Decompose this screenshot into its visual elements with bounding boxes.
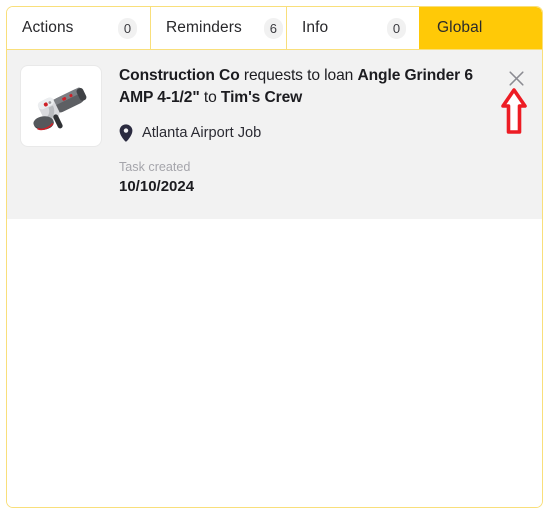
tab-bar: Actions 0 Reminders 6 Info 0 Global — [7, 7, 542, 50]
notification-location: Atlanta Airport Job — [119, 124, 490, 142]
tab-info-badge: 0 — [387, 17, 406, 39]
close-notification-button[interactable] — [504, 66, 528, 90]
tab-actions-badge-wrap: 0 — [96, 17, 137, 39]
task-created-label: Task created — [119, 160, 191, 175]
tab-reminders-badge: 6 — [263, 17, 283, 39]
tab-reminders-label: Reminders — [166, 19, 242, 36]
notifications-panel: Actions 0 Reminders 6 Info 0 Global Cons… — [6, 6, 543, 508]
tab-global[interactable]: Global — [419, 7, 542, 49]
panel-body: Construction Co requests to loan Angle G… — [7, 50, 542, 507]
close-icon — [508, 70, 524, 86]
tab-info[interactable]: Info 0 — [286, 7, 419, 49]
location-text: Atlanta Airport Job — [142, 125, 262, 142]
notification-meta: Task created 10/10/2024 — [119, 160, 490, 197]
tab-reminders-badge-wrap: 6 — [242, 17, 283, 39]
tab-actions[interactable]: Actions 0 — [7, 7, 150, 49]
notification-title: Construction Co requests to loan Angle G… — [119, 65, 490, 108]
title-part-recipient: Tim's Crew — [220, 88, 303, 106]
title-part-connector: to — [199, 88, 221, 106]
task-created-date: 10/10/2024 — [119, 177, 195, 195]
tab-info-label: Info — [302, 19, 329, 36]
tab-actions-label: Actions — [22, 19, 74, 36]
tab-actions-badge: 0 — [118, 17, 137, 39]
tab-global-label: Global — [437, 19, 483, 36]
tab-reminders[interactable]: Reminders 6 — [150, 7, 286, 49]
map-pin-icon — [119, 124, 133, 142]
item-thumbnail — [21, 66, 101, 146]
title-part-company: Construction Co — [119, 67, 240, 84]
angle-grinder-photo-icon — [33, 87, 87, 131]
tab-info-badge-wrap: 0 — [365, 17, 406, 39]
notification-content: Construction Co requests to loan Angle G… — [101, 64, 542, 197]
notification-card[interactable]: Construction Co requests to loan Angle G… — [7, 50, 542, 220]
title-part-action: requests to loan — [239, 67, 358, 84]
